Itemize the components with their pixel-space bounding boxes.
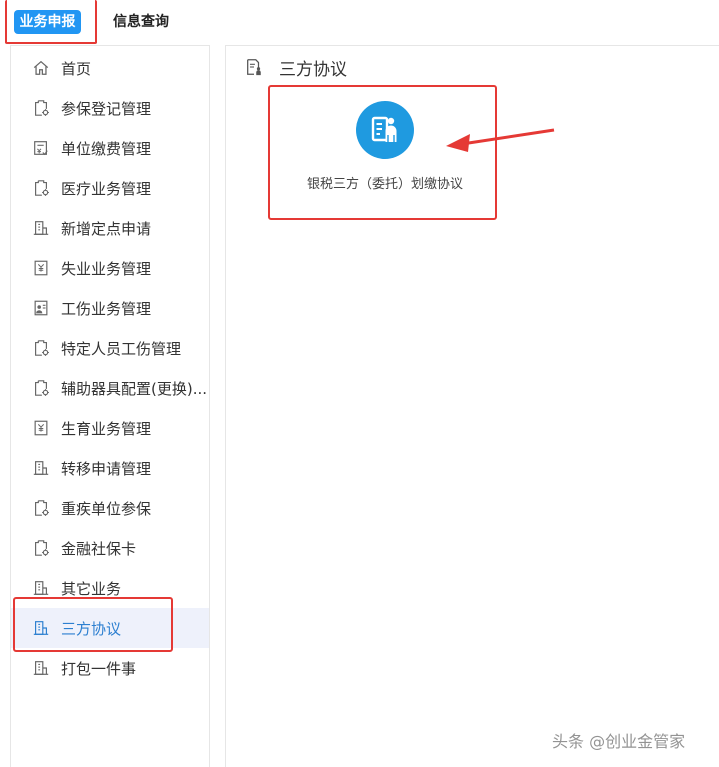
sidebar-item[interactable]: 参保登记管理 xyxy=(11,88,209,128)
sidebar-item[interactable]: 新增定点申请 xyxy=(11,208,209,248)
doc-gear-icon xyxy=(31,498,51,518)
sidebar-item[interactable]: 重疾单位参保 xyxy=(11,488,209,528)
sidebar-item[interactable]: 医疗业务管理 xyxy=(11,168,209,208)
home-icon xyxy=(31,58,51,78)
sidebar-item-label: 医疗业务管理 xyxy=(61,179,152,198)
red-arrow-annotation xyxy=(446,128,555,152)
sidebar-item-label: 特定人员工伤管理 xyxy=(61,339,182,358)
sidebar-item[interactable]: 打包一件事 xyxy=(11,648,209,688)
sidebar-item-label: 打包一件事 xyxy=(61,659,137,678)
sidebar-item[interactable]: 辅助器具配置(更换)... xyxy=(11,368,209,408)
tab-info-query[interactable]: 信息查询 xyxy=(113,10,169,34)
sidebar-item[interactable]: 失业业务管理 xyxy=(11,248,209,288)
person-card-icon xyxy=(31,298,51,318)
sidebar-item-label: 生育业务管理 xyxy=(61,419,152,438)
sidebar-item-label: 重疾单位参保 xyxy=(61,499,152,518)
doc-gear-icon xyxy=(31,178,51,198)
sidebar-item-label: 参保登记管理 xyxy=(61,99,152,118)
sidebar: 首页参保登记管理 单位缴费管理 医疗业务管理 新增定点申请 失业业务管理 工伤业务管理特定… xyxy=(10,45,210,767)
sidebar-item-label: 转移申请管理 xyxy=(61,459,152,478)
doc-gear-icon xyxy=(31,538,51,558)
doc-gear-icon xyxy=(31,98,51,118)
page-title: 三方协议 xyxy=(245,55,347,80)
building-icon xyxy=(31,658,51,678)
doc-person-icon xyxy=(245,57,265,77)
sidebar-item-label: 辅助器具配置(更换)... xyxy=(61,379,208,398)
yuan-doc-icon xyxy=(31,418,51,438)
highlight-box-tab xyxy=(5,0,97,44)
yuan-doc-icon xyxy=(31,258,51,278)
agreement-card-label: 银税三方（委托）划缴协议 xyxy=(306,177,463,192)
building-icon xyxy=(31,218,51,238)
sidebar-item[interactable]: 首页 xyxy=(11,48,209,88)
sidebar-item[interactable]: 生育业务管理 xyxy=(11,408,209,448)
agreement-icon xyxy=(356,101,414,159)
top-nav: 业务申报 信息查询 xyxy=(0,0,719,44)
sidebar-item-label: 单位缴费管理 xyxy=(61,139,152,158)
sidebar-item-label: 工伤业务管理 xyxy=(61,299,152,318)
doc-gear-icon xyxy=(31,378,51,398)
sidebar-item-label: 失业业务管理 xyxy=(61,259,152,278)
sidebar-item-label: 其它业务 xyxy=(61,579,122,598)
building-icon xyxy=(31,578,51,598)
sidebar-item-label: 金融社保卡 xyxy=(61,539,137,558)
sidebar-item[interactable]: 金融社保卡 xyxy=(11,528,209,568)
highlight-box-sidebar xyxy=(13,597,173,652)
sidebar-item[interactable]: 工伤业务管理 xyxy=(11,288,209,328)
sidebar-item-label: 首页 xyxy=(61,59,92,78)
sidebar-item[interactable]: 特定人员工伤管理 xyxy=(11,328,209,368)
building-icon xyxy=(31,458,51,478)
sidebar-item[interactable]: 转移申请管理 xyxy=(11,448,209,488)
payment-doc-icon xyxy=(31,138,51,158)
watermark: 头条 @创业金管家 xyxy=(552,732,686,751)
doc-gear-icon xyxy=(31,338,51,358)
sidebar-item[interactable]: 单位缴费管理 xyxy=(11,128,209,168)
sidebar-item-label: 新增定点申请 xyxy=(61,219,152,238)
page-title-text: 三方协议 xyxy=(279,59,347,80)
